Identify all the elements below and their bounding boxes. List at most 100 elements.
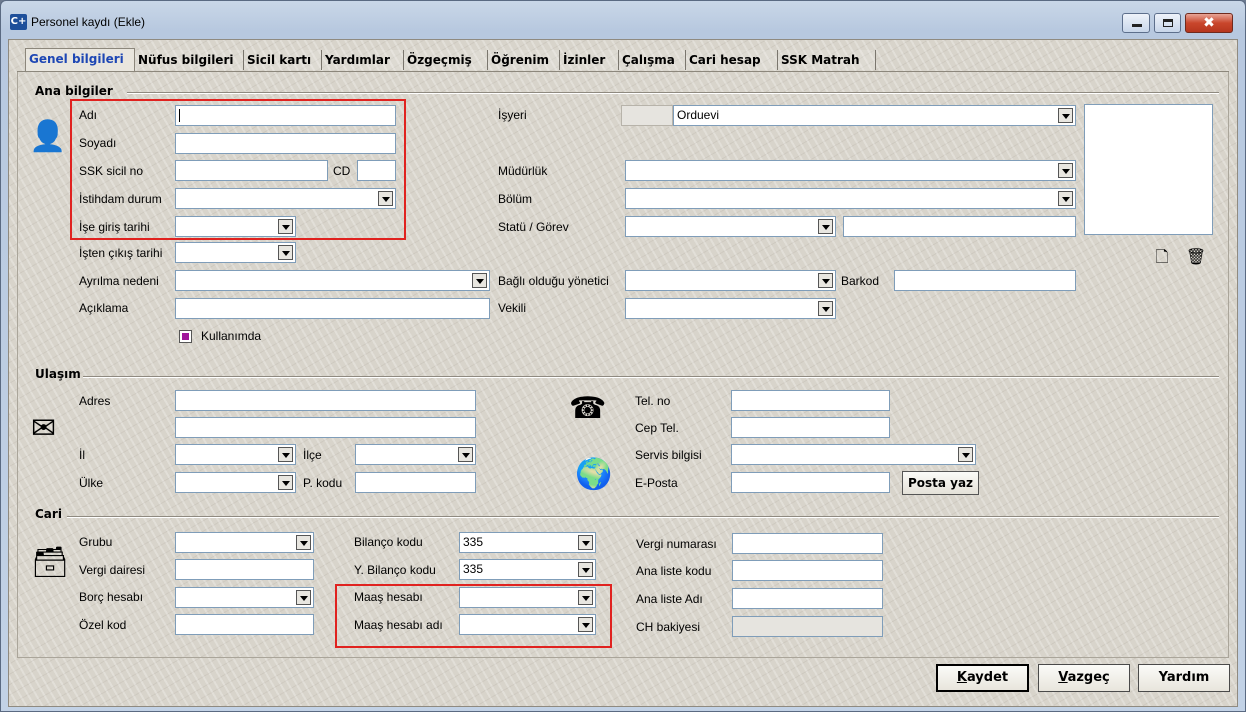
new-photo-icon[interactable]: 🗋 xyxy=(1151,246,1173,268)
isten-cikis-date[interactable] xyxy=(175,242,296,263)
tel-input[interactable] xyxy=(731,390,890,411)
kaydet-button[interactable]: Kaydet xyxy=(936,664,1029,692)
tab-cari-hesap[interactable]: Cari hesap xyxy=(686,50,778,70)
barkod-label: Barkod xyxy=(841,274,880,288)
y-bilanco-value: 335 xyxy=(463,562,484,576)
tab-ogrenim[interactable]: Öğrenim xyxy=(488,50,560,70)
isyeri-select[interactable]: Orduevi xyxy=(673,105,1076,126)
chevron-down-icon[interactable] xyxy=(818,273,833,288)
maximize-button[interactable] xyxy=(1154,13,1181,33)
section-divider xyxy=(67,516,1219,518)
borc-select[interactable] xyxy=(175,587,314,608)
servis-select[interactable] xyxy=(731,444,976,465)
chevron-down-icon[interactable] xyxy=(578,562,593,577)
ayrilma-select[interactable] xyxy=(175,270,490,291)
grubu-select[interactable] xyxy=(175,532,314,553)
section-ana-bilgiler: Ana bilgiler xyxy=(35,84,113,98)
bagli-select[interactable] xyxy=(625,270,836,291)
statu-select[interactable] xyxy=(625,216,836,237)
tab-izinler[interactable]: İzinler xyxy=(560,50,619,70)
chevron-down-icon[interactable] xyxy=(296,535,311,550)
cep-input[interactable] xyxy=(731,417,890,438)
ozel-kod-input[interactable] xyxy=(175,614,314,635)
ana-liste-adi-input[interactable] xyxy=(732,588,883,609)
highlight-box-ana xyxy=(70,99,406,240)
ana-liste-kodu-label: Ana liste kodu xyxy=(636,564,712,578)
ilce-label: İlçe xyxy=(303,448,322,462)
card-box-icon: 🗃 xyxy=(31,545,70,580)
bolum-select[interactable] xyxy=(625,188,1076,209)
ozel-kod-label: Özel kod xyxy=(79,618,127,632)
adres-input-2[interactable] xyxy=(175,417,476,438)
tab-sicil-karti[interactable]: Sicil kartı xyxy=(244,50,322,70)
tab-ozgecmis[interactable]: Özgeçmiş xyxy=(404,50,488,70)
chevron-down-icon[interactable] xyxy=(1058,163,1073,178)
maximize-icon xyxy=(1163,19,1173,27)
statu-label: Statü / Görev xyxy=(498,220,569,234)
mudurluk-select[interactable] xyxy=(625,160,1076,181)
chevron-down-icon[interactable] xyxy=(578,535,593,550)
chevron-down-icon[interactable] xyxy=(472,273,487,288)
minimize-icon xyxy=(1132,24,1142,27)
tab-nufus-bilgileri[interactable]: Nüfus bilgileri xyxy=(135,50,244,70)
chevron-down-icon[interactable] xyxy=(278,475,293,490)
gorev-input[interactable] xyxy=(843,216,1076,237)
vazgec-mnemonic: V xyxy=(1058,670,1068,685)
posta-yaz-button[interactable]: Posta yaz xyxy=(902,471,979,495)
highlight-box-maas xyxy=(335,584,612,648)
person-icon: 👤 xyxy=(29,119,67,154)
bilanco-select[interactable]: 335 xyxy=(459,532,596,553)
kullanimda-checkbox[interactable] xyxy=(179,330,192,343)
y-bilanco-label: Y. Bilanço kodu xyxy=(354,563,436,577)
mail-icon: ✉ xyxy=(31,411,57,446)
isyeri-code-input[interactable] xyxy=(621,105,673,126)
barkod-input[interactable] xyxy=(894,270,1076,291)
il-label: İl xyxy=(79,448,85,462)
section-cari: Cari xyxy=(35,507,62,521)
aciklama-label: Açıklama xyxy=(79,301,129,315)
ulke-select[interactable] xyxy=(175,472,296,493)
kaydet-label: aydet xyxy=(966,670,1009,685)
window-title: Personel kaydı (Ekle) xyxy=(31,15,146,29)
vergi-no-input[interactable] xyxy=(732,533,883,554)
il-select[interactable] xyxy=(175,444,296,465)
vergi-dairesi-input[interactable] xyxy=(175,559,314,580)
chevron-down-icon[interactable] xyxy=(458,447,473,462)
chevron-down-icon[interactable] xyxy=(958,447,973,462)
chevron-down-icon[interactable] xyxy=(1058,108,1073,123)
tab-calisma[interactable]: Çalışma xyxy=(619,50,686,70)
eposta-input[interactable] xyxy=(731,472,890,493)
kaydet-mnemonic: K xyxy=(956,670,967,685)
bagli-label: Bağlı olduğu yönetici xyxy=(498,274,609,288)
vergi-no-label: Vergi numarası xyxy=(636,537,717,551)
aciklama-input[interactable] xyxy=(175,298,490,319)
title-bar[interactable]: C+ Personel kaydı (Ekle) ✖ xyxy=(1,1,1245,39)
chevron-down-icon[interactable] xyxy=(278,447,293,462)
pkodu-input[interactable] xyxy=(355,472,476,493)
vergi-dairesi-label: Vergi dairesi xyxy=(79,563,146,577)
mudurluk-label: Müdürlük xyxy=(498,164,548,178)
photo-box[interactable] xyxy=(1084,104,1213,235)
isyeri-value: Orduevi xyxy=(677,108,720,122)
ilce-select[interactable] xyxy=(355,444,476,465)
tab-ssk-matrah[interactable]: SSK Matrah xyxy=(778,50,876,70)
tab-yardimlar[interactable]: Yardımlar xyxy=(322,50,404,70)
close-button[interactable]: ✖ xyxy=(1185,13,1233,33)
adres-input-1[interactable] xyxy=(175,390,476,411)
chevron-down-icon[interactable] xyxy=(278,245,293,260)
chevron-down-icon[interactable] xyxy=(818,219,833,234)
tab-genel-bilgileri[interactable]: Genel bilgileri xyxy=(25,48,135,71)
yardim-button[interactable]: Yardım xyxy=(1138,664,1230,692)
minimize-button[interactable] xyxy=(1122,13,1150,33)
y-bilanco-select[interactable]: 335 xyxy=(459,559,596,580)
chevron-down-icon[interactable] xyxy=(818,301,833,316)
close-icon: ✖ xyxy=(1203,15,1215,31)
delete-photo-icon[interactable]: 🗑 xyxy=(1185,246,1207,268)
chevron-down-icon[interactable] xyxy=(296,590,311,605)
vazgec-button[interactable]: Vazgeç xyxy=(1038,664,1130,692)
adres-label: Adres xyxy=(79,394,111,408)
borc-label: Borç hesabı xyxy=(79,590,144,604)
chevron-down-icon[interactable] xyxy=(1058,191,1073,206)
vekili-select[interactable] xyxy=(625,298,836,319)
ana-liste-kodu-input[interactable] xyxy=(732,560,883,581)
